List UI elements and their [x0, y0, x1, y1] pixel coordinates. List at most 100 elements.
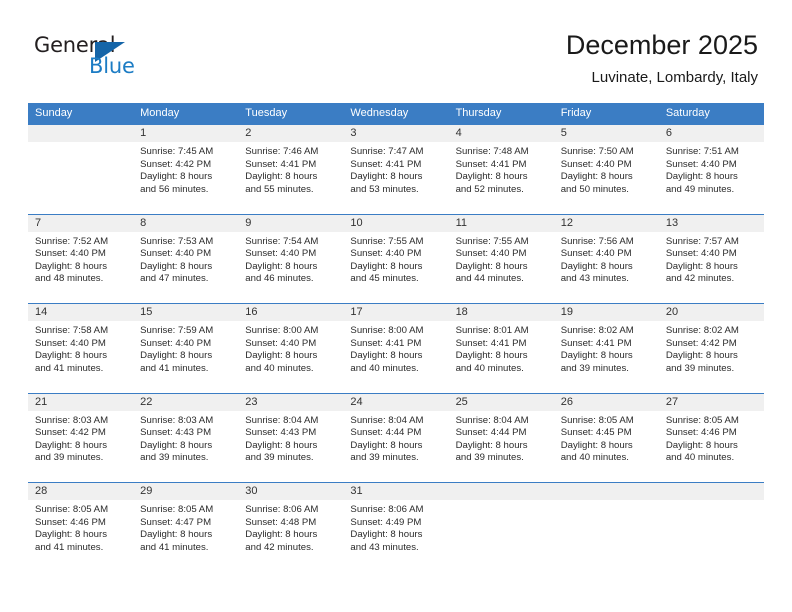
daylight-text-line1: Daylight: 8 hours — [35, 260, 107, 272]
day-cell[interactable]: 23 Sunrise: 8:04 AM Sunset: 4:43 PM Dayl… — [238, 393, 344, 483]
sunrise-text: Sunrise: 8:05 AM — [560, 414, 634, 426]
day-number: 3 — [350, 127, 357, 139]
sunrise-text: Sunrise: 7:55 AM — [350, 235, 424, 247]
daylight-text-line2: and 39 minutes. — [665, 362, 735, 374]
week-row: 14 Sunrise: 7:58 AM Sunset: 4:40 PM Dayl… — [28, 303, 764, 393]
sunset-text: Sunset: 4:45 PM — [560, 427, 632, 439]
day-cell[interactable]: 3 Sunrise: 7:47 AM Sunset: 4:41 PM Dayli… — [343, 125, 449, 214]
day-cell[interactable]: 13 Sunrise: 7:57 AM Sunset: 4:40 PM Dayl… — [658, 214, 764, 304]
daylight-text-line2: and 40 minutes. — [455, 362, 524, 374]
sunset-text: Sunset: 4:41 PM — [245, 158, 317, 170]
day-number-band: 9 — [238, 214, 344, 232]
day-cell[interactable]: 8 Sunrise: 7:53 AM Sunset: 4:40 PM Dayli… — [133, 214, 239, 304]
daylight-text-line1: Daylight: 8 hours — [245, 350, 318, 362]
day-cell[interactable]: 5 Sunrise: 7:50 AM Sunset: 4:40 PM Dayli… — [553, 125, 659, 214]
daylight-text-line2: and 55 minutes. — [245, 183, 314, 195]
page-header: General Blue December 2025 Luvinate, Lom… — [0, 0, 792, 103]
day-number-band: 6 — [658, 125, 764, 142]
day-info: Sunrise: 7:55 AM Sunset: 4:40 PM Dayligh… — [449, 232, 554, 286]
day-number: 30 — [245, 485, 258, 497]
day-number-band — [658, 483, 764, 500]
daylight-text-line2: and 41 minutes. — [140, 362, 209, 374]
day-cell[interactable]: 17 Sunrise: 8:00 AM Sunset: 4:41 PM Dayl… — [343, 304, 449, 393]
day-cell[interactable]: 22 Sunrise: 8:03 AM Sunset: 4:43 PM Dayl… — [133, 393, 239, 483]
daylight-text-line1: Daylight: 8 hours — [35, 439, 107, 451]
day-number: 9 — [245, 216, 252, 229]
day-number-band: 7 — [28, 214, 134, 232]
day-number: 25 — [455, 395, 468, 408]
day-cell[interactable]: 6 Sunrise: 7:51 AM Sunset: 4:40 PM Dayli… — [658, 125, 764, 214]
day-number: 22 — [140, 395, 153, 408]
day-cell[interactable]: 26 Sunrise: 8:05 AM Sunset: 4:45 PM Dayl… — [553, 393, 659, 483]
daylight-text-line2: and 44 minutes. — [455, 273, 524, 285]
day-cell[interactable]: 7 Sunrise: 7:52 AM Sunset: 4:40 PM Dayli… — [28, 214, 134, 304]
sunset-text: Sunset: 4:41 PM — [560, 337, 632, 349]
daylight-text-line2: and 40 minutes. — [665, 452, 735, 464]
sunrise-text: Sunrise: 7:52 AM — [35, 235, 109, 247]
day-number: 31 — [350, 485, 363, 497]
day-number-band: 20 — [658, 304, 764, 321]
sunrise-text: Sunrise: 7:55 AM — [455, 235, 529, 247]
day-number: 6 — [665, 127, 672, 139]
day-number-band: 14 — [28, 304, 134, 321]
sunset-text: Sunset: 4:40 PM — [35, 337, 106, 349]
weekday-header-tuesday: Tuesday — [245, 107, 288, 119]
day-cell[interactable]: 4 Sunrise: 7:48 AM Sunset: 4:41 PM Dayli… — [448, 125, 554, 214]
day-number: 2 — [245, 127, 252, 139]
day-number-band: 17 — [343, 304, 449, 321]
sunset-text: Sunset: 4:42 PM — [35, 427, 106, 439]
day-cell[interactable]: 11 Sunrise: 7:55 AM Sunset: 4:40 PM Dayl… — [448, 214, 554, 304]
sunset-text: Sunset: 4:40 PM — [560, 158, 632, 170]
daylight-text-line1: Daylight: 8 hours — [140, 529, 213, 541]
title-block: December 2025 Luvinate, Lombardy, Italy — [566, 28, 758, 89]
weekday-header-wednesday: Wednesday — [350, 107, 409, 119]
day-number-band: 19 — [553, 304, 659, 321]
sunset-text: Sunset: 4:41 PM — [455, 337, 527, 349]
day-cell[interactable]: 2 Sunrise: 7:46 AM Sunset: 4:41 PM Dayli… — [238, 125, 344, 214]
day-number: 13 — [665, 216, 679, 229]
day-info: Sunrise: 8:06 AM Sunset: 4:49 PM Dayligh… — [343, 500, 448, 554]
day-cell[interactable]: 31 Sunrise: 8:06 AM Sunset: 4:49 PM Dayl… — [343, 483, 449, 572]
day-cell[interactable]: 21 Sunrise: 8:03 AM Sunset: 4:42 PM Dayl… — [28, 393, 134, 483]
day-cell[interactable]: 28 Sunrise: 8:05 AM Sunset: 4:46 PM Dayl… — [28, 483, 134, 572]
day-number: 26 — [560, 395, 573, 408]
day-cell[interactable]: 10 Sunrise: 7:55 AM Sunset: 4:40 PM Dayl… — [343, 214, 449, 304]
week-row: 1 Sunrise: 7:45 AM Sunset: 4:42 PM Dayli… — [28, 124, 764, 214]
day-info: Sunrise: 7:45 AM Sunset: 4:42 PM Dayligh… — [133, 142, 238, 196]
daylight-text-line2: and 39 minutes. — [560, 362, 629, 374]
day-cell[interactable]: 30 Sunrise: 8:06 AM Sunset: 4:48 PM Dayl… — [238, 483, 344, 572]
sunset-text: Sunset: 4:40 PM — [245, 337, 317, 349]
sunset-text: Sunset: 4:42 PM — [665, 337, 737, 349]
day-cell[interactable]: 14 Sunrise: 7:58 AM Sunset: 4:40 PM Dayl… — [28, 304, 134, 393]
general-blue-logo: General Blue — [34, 33, 214, 83]
sunset-text: Sunset: 4:40 PM — [665, 248, 737, 260]
daylight-text-line1: Daylight: 8 hours — [140, 439, 213, 451]
day-cell[interactable]: 24 Sunrise: 8:04 AM Sunset: 4:44 PM Dayl… — [343, 393, 449, 483]
day-cell[interactable]: 27 Sunrise: 8:05 AM Sunset: 4:46 PM Dayl… — [658, 393, 764, 483]
sunrise-text: Sunrise: 8:04 AM — [245, 414, 319, 426]
daylight-text-line1: Daylight: 8 hours — [350, 350, 423, 362]
daylight-text-line1: Daylight: 8 hours — [455, 439, 528, 451]
daylight-text-line1: Daylight: 8 hours — [455, 350, 528, 362]
day-cell[interactable]: 9 Sunrise: 7:54 AM Sunset: 4:40 PM Dayli… — [238, 214, 344, 304]
daylight-text-line1: Daylight: 8 hours — [350, 529, 423, 541]
day-cell[interactable]: 12 Sunrise: 7:56 AM Sunset: 4:40 PM Dayl… — [553, 214, 659, 304]
daylight-text-line2: and 39 minutes. — [140, 452, 209, 464]
day-cell[interactable]: 20 Sunrise: 8:02 AM Sunset: 4:42 PM Dayl… — [658, 304, 764, 393]
sunrise-text: Sunrise: 7:51 AM — [665, 146, 739, 157]
daylight-text-line1: Daylight: 8 hours — [140, 350, 213, 362]
day-info: Sunrise: 7:48 AM Sunset: 4:41 PM Dayligh… — [449, 142, 554, 196]
daylight-text-line2: and 42 minutes. — [245, 541, 314, 553]
day-info: Sunrise: 7:50 AM Sunset: 4:40 PM Dayligh… — [554, 142, 659, 196]
day-number-band — [448, 483, 554, 500]
day-cell[interactable]: 18 Sunrise: 8:01 AM Sunset: 4:41 PM Dayl… — [448, 304, 554, 393]
day-cell[interactable]: 1 Sunrise: 7:45 AM Sunset: 4:42 PM Dayli… — [133, 125, 239, 214]
day-cell[interactable]: 15 Sunrise: 7:59 AM Sunset: 4:40 PM Dayl… — [133, 304, 239, 393]
day-cell[interactable]: 29 Sunrise: 8:05 AM Sunset: 4:47 PM Dayl… — [133, 483, 239, 572]
sunrise-text: Sunrise: 8:03 AM — [35, 414, 109, 426]
day-cell[interactable]: 16 Sunrise: 8:00 AM Sunset: 4:40 PM Dayl… — [238, 304, 344, 393]
day-number: 29 — [140, 485, 153, 497]
day-cell[interactable]: 19 Sunrise: 8:02 AM Sunset: 4:41 PM Dayl… — [553, 304, 659, 393]
sunset-text: Sunset: 4:40 PM — [560, 248, 632, 260]
day-cell[interactable]: 25 Sunrise: 8:04 AM Sunset: 4:44 PM Dayl… — [448, 393, 554, 483]
